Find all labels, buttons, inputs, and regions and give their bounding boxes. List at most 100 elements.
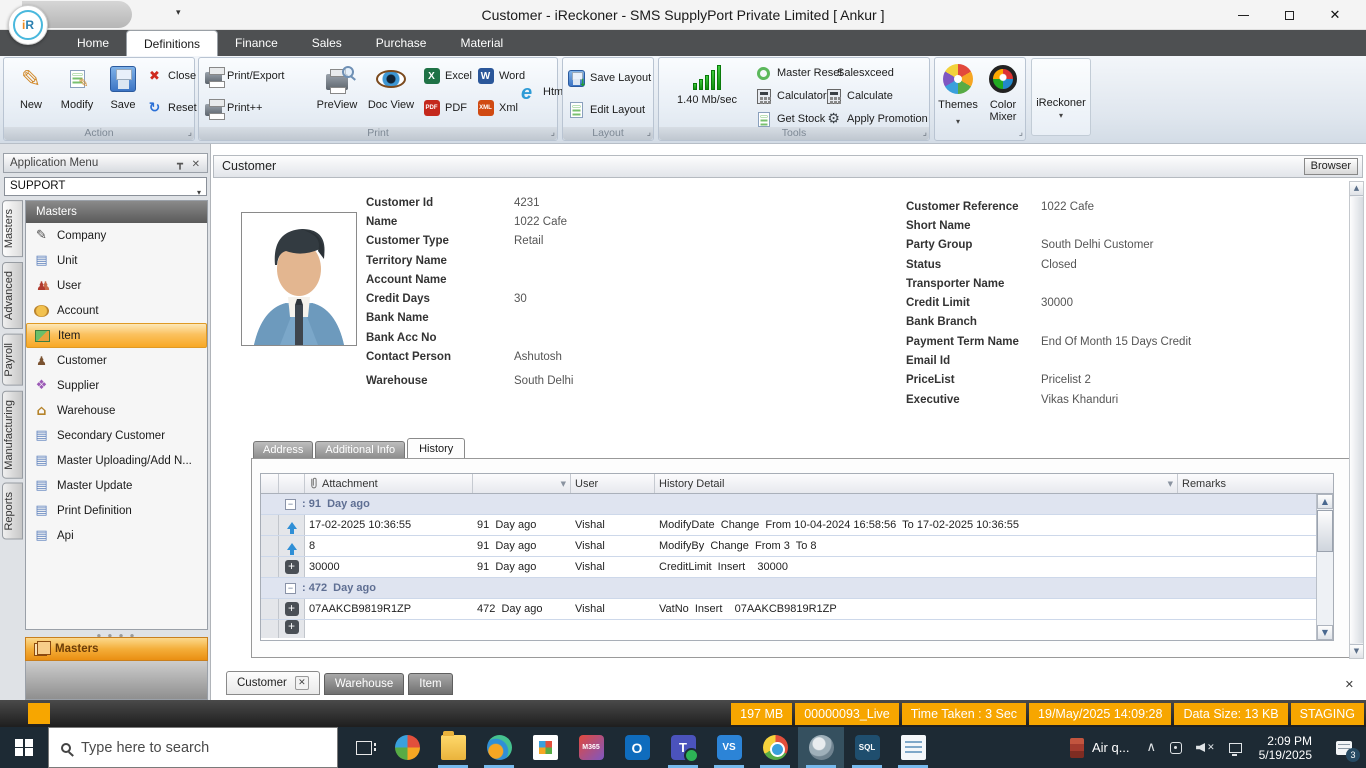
show-hidden-icons-chevron[interactable]: ∧ (1140, 740, 1164, 755)
scrollbar-thumb[interactable] (1317, 510, 1333, 552)
scroll-up-icon[interactable]: ▲ (1317, 494, 1333, 509)
table-row[interactable]: 07AAKCB9819R1ZP 472 Day ago Vishal VatNo… (261, 599, 1333, 620)
table-row[interactable]: 8 91 Day ago Vishal ModifyBy Change From… (261, 536, 1333, 557)
sidebar-menu-item[interactable]: Unit (26, 248, 207, 273)
taskbar-clock[interactable]: 2:09 PM 5/19/2025 (1249, 734, 1322, 762)
salesxceed-button[interactable]: Salesxceed (837, 63, 894, 83)
dialog-launcher-icon[interactable]: ⌟ (1019, 127, 1023, 140)
collapse-icon[interactable]: − (285, 583, 296, 594)
taskbar-app-store[interactable] (522, 727, 568, 768)
user-column-header[interactable]: User (571, 474, 655, 493)
table-scrollbar[interactable]: ▲ ▼ (1316, 494, 1333, 640)
ribbon-tab[interactable]: Finance (218, 30, 295, 56)
taskbar-app-outlook[interactable]: O (614, 727, 660, 768)
preview-button[interactable]: PreView (311, 61, 363, 127)
filter-icon[interactable]: ▼ (561, 480, 566, 488)
taskbar-search[interactable]: Type here to search (48, 727, 338, 768)
start-button[interactable] (0, 727, 48, 768)
company-dropdown[interactable]: SUPPORT ▾ (4, 177, 207, 196)
weather-widget[interactable]: Air q... (1060, 738, 1140, 758)
close-strip-icon[interactable]: ✕ (1345, 678, 1354, 691)
field-value[interactable]: Retail (514, 235, 543, 247)
close-button[interactable]: ✖Close (146, 66, 196, 86)
taskbar-app-dynamics[interactable] (384, 727, 430, 768)
date-column-header[interactable]: ▼ (473, 474, 571, 493)
new-button[interactable]: ✎ New (8, 61, 54, 127)
master-reset-button[interactable]: Master Reset (755, 63, 842, 83)
module-tab[interactable]: Payroll (2, 334, 23, 386)
attachment-column-header[interactable]: Attachment (305, 474, 473, 493)
taskbar-app-vscode[interactable]: VS (706, 727, 752, 768)
calculator-button[interactable]: Calculator (755, 86, 827, 106)
ribbon-tab[interactable]: Definitions (126, 30, 218, 56)
snip-tray-icon[interactable] (1163, 742, 1189, 754)
remarks-column-header[interactable]: Remarks (1178, 474, 1301, 493)
form-tab[interactable]: Additional Info (315, 441, 405, 458)
scroll-up-icon[interactable]: ▲ (1350, 182, 1363, 196)
table-row[interactable]: 30000 91 Day ago Vishal CreditLimit Inse… (261, 557, 1333, 578)
reset-button[interactable]: ↻Reset (146, 98, 197, 118)
document-tab[interactable]: Customer ✕ (226, 671, 320, 695)
sidebar-menu-item[interactable]: Master Uploading/Add N... (26, 448, 207, 473)
document-tab[interactable]: Warehouse ✕ (324, 673, 404, 695)
color-mixer-button[interactable]: Color Mixer (981, 61, 1025, 127)
ribbon-tab[interactable]: Purchase (359, 30, 444, 56)
field-value[interactable]: South Delhi Customer (1041, 239, 1154, 251)
print-export-button[interactable]: Print/Export (205, 66, 284, 86)
ireckoner-menu-button[interactable]: iReckoner ▾ (1031, 58, 1091, 136)
field-value[interactable]: Pricelist 2 (1041, 374, 1091, 386)
pin-icon[interactable]: ┳ (177, 156, 183, 174)
ribbon-tab[interactable]: Sales (295, 30, 359, 56)
save-button[interactable]: Save (100, 61, 146, 127)
doc-view-button[interactable]: Doc View (363, 61, 419, 127)
apply-promotion-button[interactable]: ⚙Apply Promotion (825, 109, 928, 129)
module-tab[interactable]: Manufacturing (2, 391, 23, 479)
field-value[interactable]: 30 (514, 293, 527, 305)
modify-button[interactable]: ✎ Modify (54, 61, 100, 127)
field-value[interactable]: 30000 (1041, 297, 1073, 309)
dialog-launcher-icon[interactable]: ⌟ (647, 127, 651, 140)
app-logo-button[interactable]: iR (8, 5, 48, 45)
sidebar-menu-item[interactable]: Item (26, 323, 207, 348)
sidebar-menu-item[interactable]: Api (26, 523, 207, 548)
dialog-launcher-icon[interactable]: ⌟ (188, 127, 192, 140)
field-value[interactable]: 4231 (514, 197, 540, 209)
ribbon-tab[interactable]: Home (60, 30, 126, 56)
sidebar-menu-item[interactable]: Customer (26, 348, 207, 373)
table-row[interactable]: −: 472 Day ago (261, 578, 1333, 599)
field-value[interactable]: Ashutosh (514, 351, 562, 363)
field-value[interactable]: Vikas Khanduri (1041, 394, 1118, 406)
scroll-down-icon[interactable]: ▼ (1317, 625, 1333, 640)
word-button[interactable]: WWord (477, 66, 525, 86)
form-tab[interactable]: Address (253, 441, 313, 458)
sidebar-menu-item[interactable]: Print Definition (26, 498, 207, 523)
get-stock-button[interactable]: Get Stock (755, 109, 825, 129)
html-button[interactable]: eHtml (521, 82, 566, 102)
sidebar-menu-item[interactable]: Secondary Customer (26, 423, 207, 448)
restore-button[interactable] (1266, 0, 1312, 30)
field-value[interactable]: Closed (1041, 259, 1077, 271)
taskbar-app-notepad[interactable] (890, 727, 936, 768)
edit-layout-button[interactable]: Edit Layout (568, 100, 645, 120)
taskbar-app-mysql[interactable]: SQL (844, 727, 890, 768)
print-plus-button[interactable]: Print++ (205, 98, 262, 118)
sidebar-menu-item[interactable]: Supplier (26, 373, 207, 398)
calculate-button[interactable]: Calculate (825, 86, 893, 106)
close-panel-icon[interactable]: ✕ (192, 156, 200, 174)
table-row[interactable]: 17-02-2025 10:36:55 91 Day ago Vishal Mo… (261, 515, 1333, 536)
module-tab[interactable]: Masters (2, 200, 23, 257)
themes-button[interactable]: Themes ▾ (936, 61, 980, 127)
taskbar-app-m365[interactable]: M365 (568, 727, 614, 768)
dialog-launcher-icon[interactable]: ⌟ (551, 127, 555, 140)
taskbar-app-edge[interactable] (476, 727, 522, 768)
taskbar-app-chrome[interactable] (752, 727, 798, 768)
xml-button[interactable]: XMLXml (477, 98, 518, 118)
sidebar-menu-item[interactable]: Company (26, 223, 207, 248)
detail-column-header[interactable]: History Detail▼ (655, 474, 1178, 493)
sidebar-menu-item[interactable]: Account (26, 298, 207, 323)
table-row[interactable]: −: 91 Day ago (261, 494, 1333, 515)
muted-speaker-icon[interactable]: ✕ (1189, 743, 1222, 753)
browser-button[interactable]: Browser (1304, 158, 1358, 175)
network-display-icon[interactable] (1222, 743, 1249, 753)
filter-icon[interactable]: ▼ (1168, 480, 1173, 488)
